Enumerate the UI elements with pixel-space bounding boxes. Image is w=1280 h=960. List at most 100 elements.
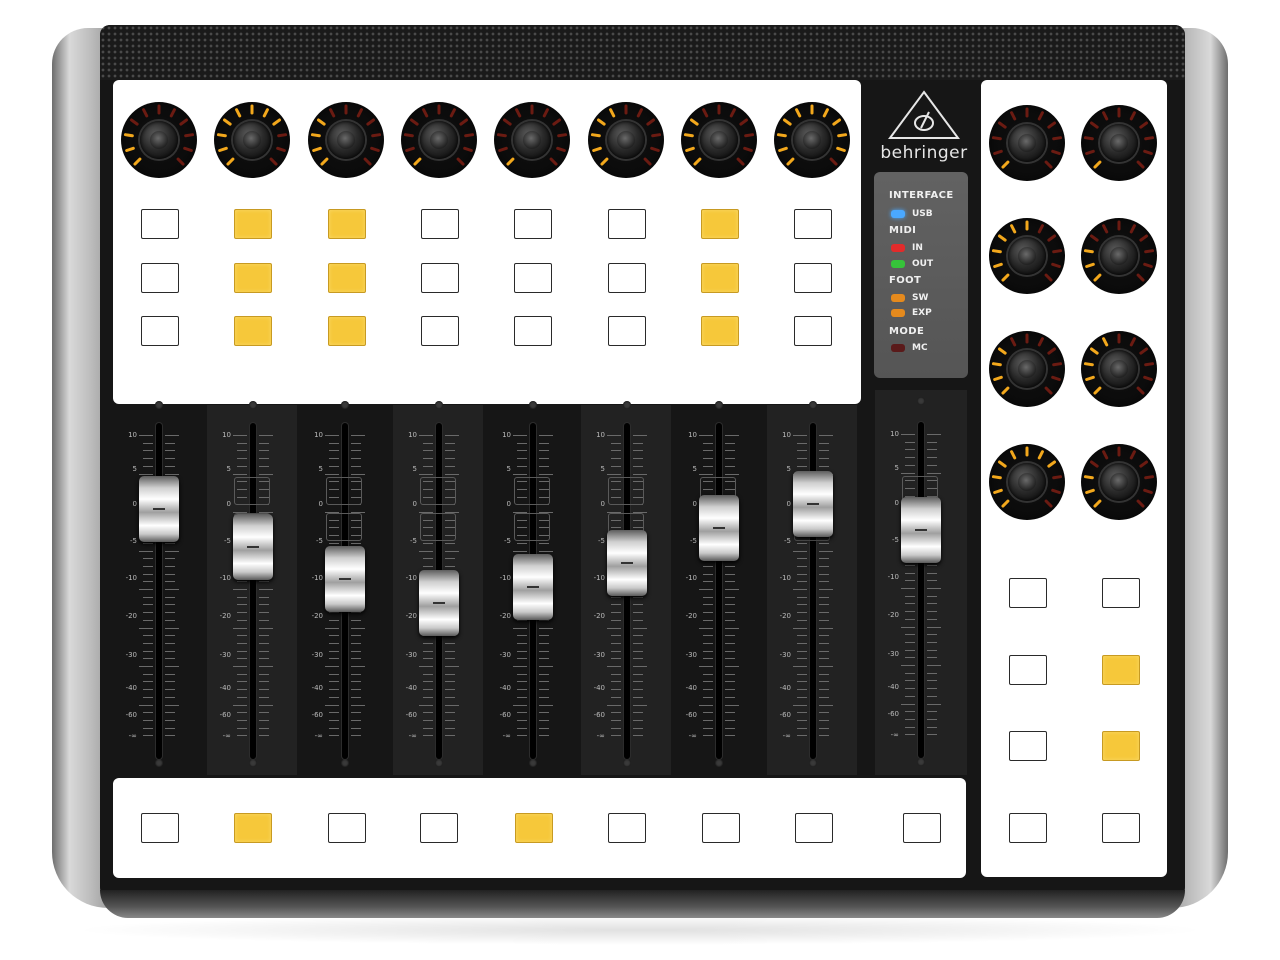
top-button-r2-c3[interactable] — [327, 263, 366, 293]
top-encoder-3[interactable] — [307, 102, 384, 178]
right-button-r4-c2[interactable] — [1102, 813, 1140, 843]
top-button-r2-c1[interactable] — [141, 263, 179, 293]
top-button-r1-c4[interactable] — [420, 209, 459, 239]
right-encoder-7[interactable] — [989, 444, 1065, 520]
fader-tick — [419, 473, 433, 475]
top-button-r2-c8[interactable] — [794, 263, 833, 293]
fader-tick — [539, 550, 553, 552]
encoder-knob[interactable] — [140, 121, 178, 159]
top-button-r1-c7[interactable] — [700, 209, 739, 239]
top-button-r1-c6[interactable] — [607, 209, 646, 239]
top-button-r1-c3[interactable] — [327, 209, 366, 239]
right-button-r3-c2[interactable] — [1102, 731, 1140, 761]
bottom-button-9[interactable] — [903, 813, 941, 843]
encoder-knob[interactable] — [1008, 124, 1046, 162]
top-button-r3-c4[interactable] — [420, 316, 459, 346]
right-button-r2-c1[interactable] — [1009, 655, 1047, 685]
top-button-r2-c2[interactable] — [234, 263, 273, 293]
right-encoder-8[interactable] — [1081, 444, 1157, 520]
led-segment — [1044, 499, 1053, 508]
strip-screw-bottom — [715, 759, 723, 767]
right-encoder-2[interactable] — [1081, 105, 1157, 181]
encoder-knob[interactable] — [513, 121, 552, 159]
top-encoder-5[interactable] — [494, 102, 571, 178]
top-encoder-8[interactable] — [774, 102, 851, 178]
fader-tick — [819, 442, 829, 444]
top-button-r2-c4[interactable] — [420, 263, 459, 293]
top-button-r2-c5[interactable] — [514, 263, 553, 293]
encoder-knob[interactable] — [1008, 237, 1046, 275]
fader-cap-1[interactable] — [139, 475, 179, 542]
encoder-knob[interactable] — [1008, 350, 1046, 388]
fader-tick — [905, 726, 915, 728]
bottom-button-8[interactable] — [795, 813, 833, 843]
top-button-r2-c6[interactable] — [607, 263, 646, 293]
top-button-r3-c2[interactable] — [234, 316, 273, 346]
right-button-r3-c1[interactable] — [1009, 731, 1047, 761]
top-encoder-6[interactable] — [587, 102, 664, 178]
fader-tick — [325, 627, 339, 629]
top-button-r1-c1[interactable] — [141, 209, 179, 239]
encoder-knob[interactable] — [1100, 237, 1138, 275]
fader-cap-5[interactable] — [513, 554, 553, 621]
top-encoder-2[interactable] — [214, 102, 291, 178]
bottom-button-3[interactable] — [328, 813, 366, 843]
top-button-r2-c7[interactable] — [700, 263, 739, 293]
top-button-r3-c5[interactable] — [514, 316, 553, 346]
fader-cap-8[interactable] — [793, 470, 833, 537]
top-encoder-1[interactable] — [121, 102, 197, 178]
fader-tick — [517, 658, 527, 660]
top-button-r1-c8[interactable] — [794, 209, 833, 239]
fader-cap-9[interactable] — [901, 496, 941, 563]
right-button-r1-c2[interactable] — [1102, 578, 1140, 608]
led-segment — [643, 157, 652, 166]
encoder-knob[interactable] — [1100, 463, 1138, 501]
top-encoder-4[interactable] — [400, 102, 477, 178]
fader-track — [156, 423, 162, 759]
top-button-r3-c8[interactable] — [794, 316, 833, 346]
led-segment — [1037, 337, 1044, 347]
right-button-r4-c1[interactable] — [1009, 813, 1047, 843]
fader-tick — [725, 458, 735, 460]
led-segment — [1143, 262, 1153, 269]
top-button-r3-c1[interactable] — [141, 316, 179, 346]
right-encoder-3[interactable] — [989, 218, 1065, 294]
right-button-r2-c2[interactable] — [1102, 655, 1140, 685]
right-button-r1-c1[interactable] — [1009, 578, 1047, 608]
encoder-knob[interactable] — [1100, 124, 1138, 162]
fader-cap-3[interactable] — [325, 546, 365, 613]
fader-cap-6[interactable] — [607, 529, 647, 596]
top-button-r3-c6[interactable] — [607, 316, 646, 346]
encoder-knob[interactable] — [1008, 463, 1046, 501]
fader-scale-label: 5 — [600, 465, 605, 473]
fader-cap-7[interactable] — [699, 494, 739, 561]
bottom-button-7[interactable] — [702, 813, 740, 843]
top-button-r3-c7[interactable] — [700, 316, 739, 346]
bottom-button-1[interactable] — [141, 813, 179, 843]
fader-tick — [165, 550, 179, 552]
encoder-knob[interactable] — [1100, 350, 1138, 388]
fader-tick — [143, 635, 153, 637]
encoder-knob[interactable] — [419, 121, 458, 159]
encoder-knob[interactable] — [793, 121, 832, 159]
right-encoder-1[interactable] — [989, 105, 1065, 181]
led-segment — [176, 157, 185, 166]
right-encoder-4[interactable] — [1081, 218, 1157, 294]
led-segment — [1144, 136, 1155, 141]
bottom-button-5[interactable] — [515, 813, 553, 843]
encoder-knob[interactable] — [699, 121, 738, 159]
fader-tick — [351, 650, 361, 652]
bottom-button-6[interactable] — [608, 813, 646, 843]
top-button-r1-c2[interactable] — [234, 209, 273, 239]
top-encoder-7[interactable] — [680, 102, 757, 178]
bottom-button-4[interactable] — [420, 813, 458, 843]
fader-cap-2[interactable] — [233, 513, 273, 580]
top-button-r1-c5[interactable] — [514, 209, 553, 239]
right-encoder-6[interactable] — [1081, 331, 1157, 407]
top-button-r3-c3[interactable] — [327, 316, 366, 346]
fader-cap-4[interactable] — [419, 570, 459, 637]
right-encoder-5[interactable] — [989, 331, 1065, 407]
encoder-knob[interactable] — [606, 121, 645, 159]
encoder-knob[interactable] — [326, 121, 365, 159]
bottom-button-2[interactable] — [234, 813, 272, 843]
